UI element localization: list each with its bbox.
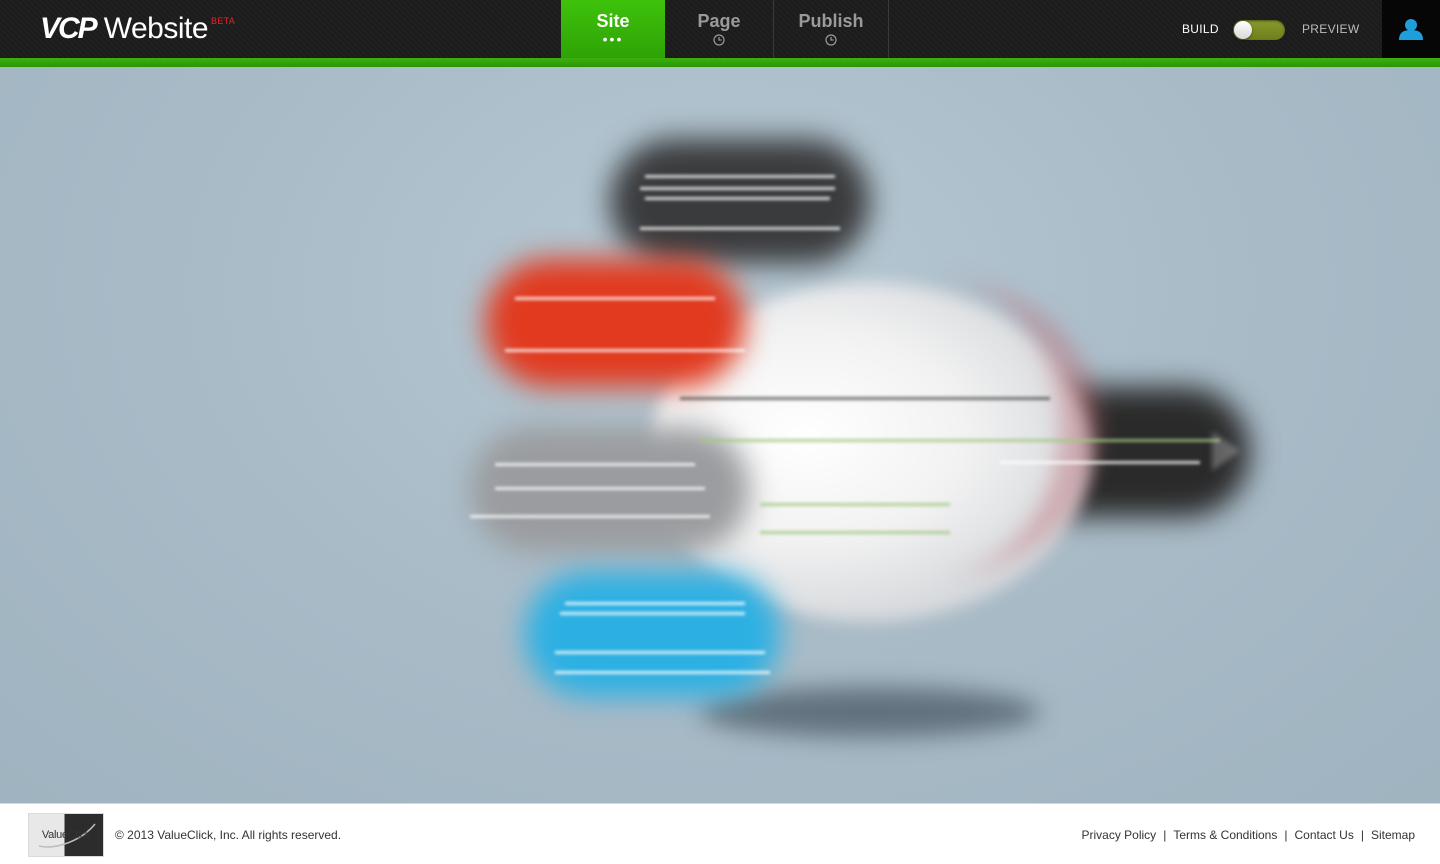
- footer-links: Privacy Policy | Terms & Conditions | Co…: [1082, 828, 1416, 842]
- tab-site-label: Site: [596, 11, 630, 31]
- build-mode-label[interactable]: BUILD: [1182, 22, 1219, 36]
- blurred-arrow-icon: [1212, 431, 1240, 471]
- motion-streak: [555, 671, 770, 674]
- preview-mode-label[interactable]: PREVIEW: [1302, 22, 1359, 36]
- link-separator: |: [1163, 828, 1167, 842]
- motion-streak: [560, 612, 745, 615]
- motion-streak: [700, 439, 1220, 442]
- motion-streak: [555, 651, 765, 654]
- tab-publish[interactable]: Publish: [774, 0, 889, 58]
- blurred-red-panel: [485, 259, 745, 387]
- clock-icon: [825, 34, 837, 46]
- link-separator: |: [1360, 828, 1364, 842]
- motion-streak: [495, 463, 695, 466]
- contact-us-link[interactable]: Contact Us: [1294, 828, 1353, 842]
- privacy-policy-link[interactable]: Privacy Policy: [1082, 828, 1157, 842]
- tab-site[interactable]: Site •••: [561, 0, 665, 58]
- build-preview-toggle[interactable]: [1233, 20, 1285, 40]
- main-nav: Site ••• Page Publish: [561, 0, 889, 58]
- motion-streak: [470, 515, 710, 518]
- logo-vcp-text: VCP: [40, 12, 98, 45]
- beta-badge: BETA: [211, 16, 236, 26]
- user-account-button[interactable]: [1382, 0, 1440, 58]
- footer: ValueClick © 2013 ValueClick, Inc. All r…: [0, 803, 1440, 864]
- user-icon: [1399, 19, 1423, 40]
- more-dots-icon: •••: [602, 31, 624, 47]
- blurred-blue-panel: [525, 572, 780, 697]
- clock-icon: [713, 34, 725, 46]
- motion-streak: [495, 487, 705, 490]
- terms-conditions-link[interactable]: Terms & Conditions: [1173, 828, 1277, 842]
- canvas-stage: [0, 67, 1440, 803]
- motion-streak: [760, 503, 950, 506]
- motion-streak: [760, 531, 950, 534]
- motion-streak: [515, 297, 715, 300]
- header-accent-bar: [0, 58, 1440, 67]
- motion-streak: [505, 349, 745, 352]
- tab-publish-label: Publish: [798, 11, 864, 31]
- tab-page[interactable]: Page: [665, 0, 774, 58]
- valueclick-logo[interactable]: ValueClick: [29, 814, 103, 856]
- motion-streak: [640, 187, 835, 190]
- link-separator: |: [1284, 828, 1288, 842]
- motion-streak: [645, 197, 830, 200]
- illustration-shadow: [700, 687, 1040, 737]
- toggle-knob[interactable]: [1234, 21, 1252, 39]
- tab-page-label: Page: [697, 11, 741, 31]
- motion-streak: [680, 397, 1050, 400]
- motion-streak: [565, 602, 745, 605]
- blurred-dark-panel: [610, 139, 870, 264]
- logo-website-text: Website: [103, 12, 209, 45]
- top-bar: VCP Website BETA Site ••• Page Publish B…: [0, 0, 1440, 58]
- footer-logo-text: ValueClick: [41, 829, 91, 841]
- motion-streak: [645, 175, 835, 178]
- copyright-text: © 2013 ValueClick, Inc. All rights reser…: [115, 828, 342, 842]
- sitemap-link[interactable]: Sitemap: [1371, 828, 1415, 842]
- motion-streak: [640, 227, 840, 230]
- app-logo[interactable]: VCP Website BETA: [40, 12, 235, 46]
- motion-streak: [1000, 461, 1200, 464]
